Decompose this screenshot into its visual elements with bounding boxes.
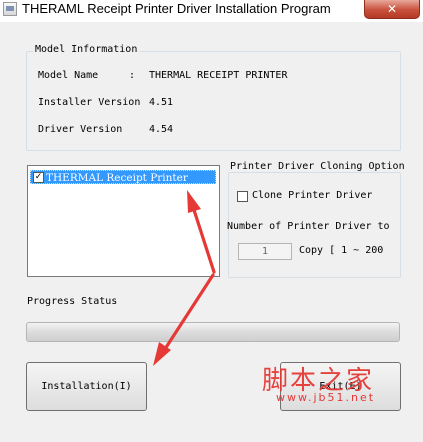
window-title: THERAML Receipt Printer Driver Installat… — [22, 1, 331, 16]
printer-checkbox[interactable]: ✓ — [33, 172, 44, 183]
progress-bar — [26, 322, 400, 342]
close-button[interactable]: ✕ — [364, 0, 420, 19]
progress-status-label: Progress Status — [27, 296, 118, 307]
printer-list[interactable]: ✓ THERMAL Receipt Printer — [27, 165, 220, 277]
model-name-value: THERMAL RECEIPT PRINTER — [149, 70, 288, 81]
model-name-label: Model Name — [38, 70, 99, 81]
printer-count-input[interactable]: 1 — [238, 243, 292, 260]
app-icon — [3, 2, 17, 16]
model-info-legend: Model Information — [33, 44, 140, 55]
printer-count-label: Number of Printer Driver to — [227, 221, 390, 232]
printer-item-label: THERMAL Receipt Printer — [46, 172, 188, 184]
driver-version-value: 4.54 — [149, 124, 174, 135]
cloning-option-legend: Printer Driver Cloning Option — [228, 161, 407, 172]
installer-version-label: Installer Version — [38, 97, 141, 108]
watermark-url: www.jb51.net — [276, 391, 376, 404]
clone-printer-checkbox[interactable] — [237, 191, 248, 202]
copy-range-label: Copy [ 1 ~ 200 — [299, 245, 384, 256]
clone-printer-label: Clone Printer Driver — [252, 190, 373, 201]
title-bar: THERAML Receipt Printer Driver Installat… — [0, 0, 423, 22]
red-arrow-down — [153, 273, 215, 366]
driver-version-label: Driver Version — [38, 124, 123, 135]
model-name-sep: : — [129, 70, 136, 81]
installation-button[interactable]: Installation(I) — [26, 362, 147, 411]
installer-version-value: 4.51 — [149, 97, 174, 108]
list-item-printer[interactable]: ✓ THERMAL Receipt Printer — [30, 170, 216, 184]
